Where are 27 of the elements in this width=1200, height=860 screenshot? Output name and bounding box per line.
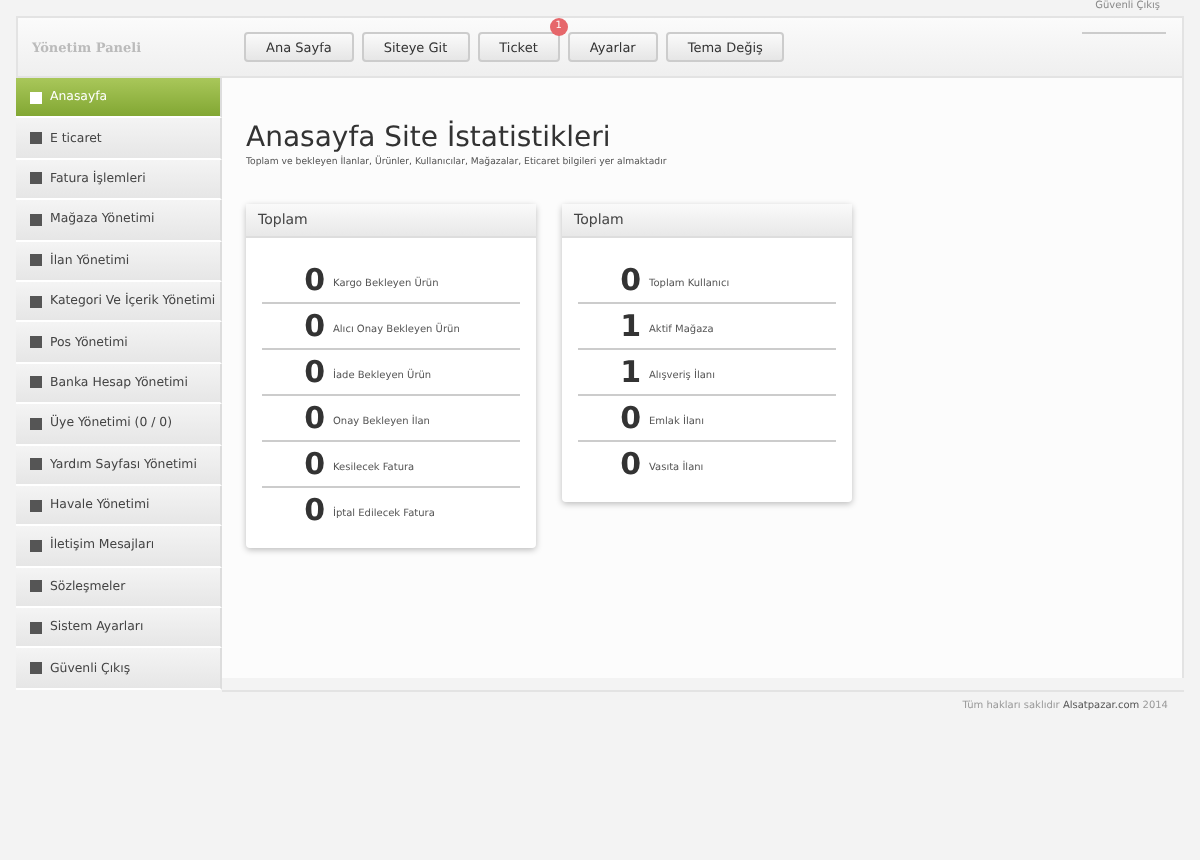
stat-value: 0 bbox=[618, 400, 641, 436]
menu-icon bbox=[30, 213, 42, 226]
stat-value: 1 bbox=[618, 354, 641, 390]
stat-value: 0 bbox=[302, 400, 325, 436]
menu-icon bbox=[30, 254, 42, 267]
stat-value: 0 bbox=[302, 308, 325, 344]
menu-icon bbox=[30, 172, 42, 185]
stat-value: 1 bbox=[618, 308, 641, 344]
stat-value: 0 bbox=[302, 262, 325, 298]
stat-value: 0 bbox=[302, 446, 325, 482]
menu-icon bbox=[30, 91, 42, 104]
menu-icon bbox=[30, 580, 42, 593]
stat-value: 0 bbox=[302, 492, 325, 528]
menu-icon bbox=[30, 662, 42, 675]
menu-icon bbox=[30, 621, 42, 634]
stat-value: 0 bbox=[302, 354, 325, 390]
menu-icon bbox=[30, 458, 42, 471]
menu-icon bbox=[30, 336, 42, 349]
menu-icon bbox=[30, 499, 42, 512]
stat-value: 0 bbox=[618, 262, 641, 298]
stat-value: 0 bbox=[618, 446, 641, 482]
menu-icon bbox=[30, 132, 42, 145]
menu-icon bbox=[30, 417, 42, 430]
menu-icon bbox=[30, 376, 42, 389]
menu-icon bbox=[30, 539, 42, 552]
page-title: Anasayfa Site İstatistikleri bbox=[246, 122, 613, 154]
menu-icon bbox=[30, 295, 42, 308]
